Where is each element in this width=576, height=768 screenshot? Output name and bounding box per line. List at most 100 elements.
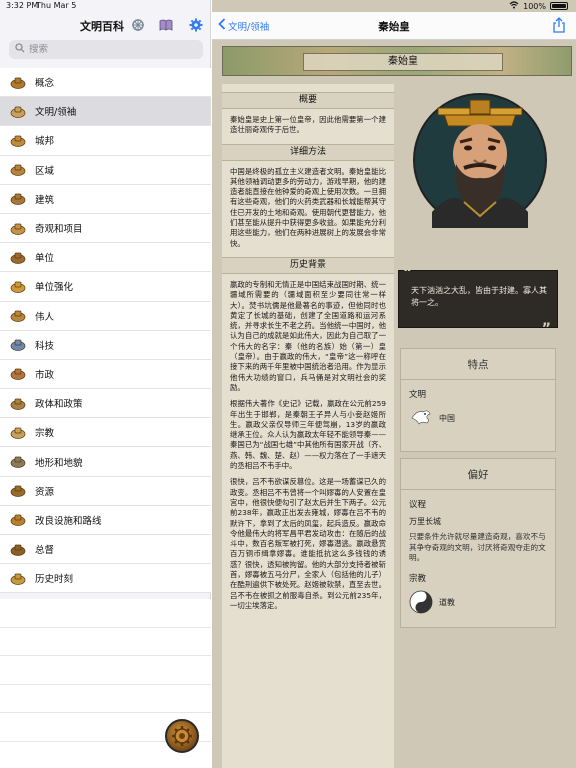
agenda-description: 只要条件允许就尽量建造奇观，喜欢不与其争夺奇观的文明，讨厌将奇观夺走的文明。 (409, 532, 546, 562)
traits-card: 特点 文明 中国 (400, 348, 556, 452)
sidebar-item-label: 文明/领袖 (35, 107, 77, 119)
sidebar-item-label: 城邦 (35, 136, 55, 148)
sidebar-item-label: 单位 (35, 253, 55, 265)
banner-title: 秦始皇 (303, 53, 503, 71)
civ-label: 文明 (409, 390, 427, 400)
sidebar-header: 文明百科 (0, 14, 211, 36)
civ-row[interactable]: 中国 (409, 406, 547, 430)
section-paragraph: 根据伟大著作《史记》记载，嬴政在公元前259年出生于邯郸，是秦朝王子异人与小妾赵… (230, 399, 386, 471)
leader-quote: “ 天下汹汹之大乱，皆由于封建。寡人其将一之。 ” (398, 265, 558, 336)
sidebar-item[interactable]: 单位强化 (0, 272, 211, 302)
preferences-card: 偏好 议程 万里长城 只要条件允许就尽量建造奇观，喜欢不与其争夺奇观的文明，讨厌… (400, 458, 556, 628)
tech-icon (9, 338, 27, 352)
leader-portrait (412, 92, 548, 228)
sidebar-item-label: 总督 (35, 545, 55, 557)
sidebar-item[interactable]: 资源 (0, 477, 211, 506)
sidebar-item[interactable]: 总督 (0, 535, 211, 565)
sidebar-item[interactable]: 建筑 (0, 185, 211, 214)
great-person-icon (9, 309, 27, 323)
sidebar-item[interactable]: 文明/领袖 (0, 97, 211, 127)
sidebar-item[interactable]: 宗教 (0, 418, 211, 448)
navigation-bar: 文明/领袖 秦始皇 (212, 12, 576, 40)
sidebar-item-label: 地形和地貌 (35, 457, 83, 469)
sidebar-item[interactable]: 市政 (0, 360, 211, 390)
sidebar-item-label: 市政 (35, 369, 55, 381)
quote-text: 天下汹汹之大乱，皆由于封建。寡人其将一之。 (411, 286, 547, 307)
wifi-icon (509, 1, 519, 11)
governor-icon (9, 542, 27, 556)
religion-label: 宗教 (409, 573, 427, 584)
preferences-title: 偏好 (401, 459, 555, 490)
resource-icon (9, 484, 27, 498)
category-list: 概念文明/领袖城邦区域建筑奇观和项目单位单位强化伟人科技市政政体和政策宗教地形和… (0, 68, 211, 594)
status-bar: 3:32 PM Thu Mar 5 100% (0, 0, 576, 12)
civ-emblem-icon[interactable] (130, 17, 146, 33)
battery-icon (550, 2, 568, 10)
unit-icon (9, 250, 27, 264)
government-icon (9, 396, 27, 410)
sidebar-item-label: 单位强化 (35, 282, 74, 294)
sidebar-item-label: 政体和政策 (35, 399, 83, 411)
sidebar-item[interactable]: 伟人 (0, 302, 211, 331)
traits-title: 特点 (401, 349, 555, 380)
close-quote-icon: ” (541, 321, 551, 337)
section-heading: 历史背景 (222, 256, 394, 274)
civ-gear-button[interactable] (165, 719, 199, 753)
promotion-icon (9, 279, 27, 293)
improvement-icon (9, 513, 27, 527)
sidebar-item-label: 奇观和项目 (35, 224, 83, 236)
section-paragraph: 很快，吕不韦欲谋反篡位。这是一场蓄谋已久的政变。丞相吕不韦曾将一个叫嫪毐的人安置… (230, 477, 386, 610)
sidebar-item[interactable]: 地形和地貌 (0, 447, 211, 477)
wonder-icon (9, 221, 27, 235)
status-right: 100% (509, 1, 568, 11)
sidebar-item-label: 概念 (35, 78, 55, 90)
article-column: 概要 秦始皇是史上第一位皇帝，因此他需要第一个建造壮丽奇观传于后世。 详细方法 中国是… (222, 84, 394, 768)
sidebar-item[interactable]: 城邦 (0, 126, 211, 156)
sidebar: 文明百科 概念文明/领袖城邦区域建筑奇观和项目单位单位强化伟人科技市政政体和政策… (0, 0, 211, 768)
sidebar-item[interactable]: 改良设施和路线 (0, 506, 211, 535)
sidebar-item-label: 改良设施和路线 (35, 515, 102, 527)
sidebar-item-label: 建筑 (35, 194, 55, 206)
status-date: Thu Mar 5 (36, 1, 77, 10)
status-time: 3:32 PM (6, 1, 39, 10)
search-bar[interactable] (9, 40, 203, 59)
section-heading: 概要 (222, 92, 394, 109)
settings-gear-icon[interactable] (188, 17, 204, 33)
sidebar-item[interactable]: 政体和政策 (0, 389, 211, 419)
search-input[interactable] (29, 44, 189, 55)
yin-yang-icon (409, 590, 433, 616)
concepts-icon (9, 75, 27, 89)
sidebar-item-label: 宗教 (35, 428, 55, 440)
civ-name: 中国 (439, 413, 455, 423)
sidebar-item[interactable]: 概念 (0, 68, 211, 98)
search-icon (15, 43, 25, 56)
terrain-icon (9, 455, 27, 469)
sidebar-item[interactable]: 单位 (0, 243, 211, 273)
section-paragraph: 秦始皇是史上第一位皇帝，因此他需要第一个建造壮丽奇观传于后世。 (230, 115, 386, 135)
page-title: 秦始皇 (378, 21, 410, 33)
sidebar-item-label: 伟人 (35, 311, 55, 323)
battery-percent: 100% (523, 1, 546, 11)
moments-icon (9, 571, 27, 585)
religion-row[interactable]: 道教 (409, 590, 547, 616)
sidebar-item[interactable]: 历史时刻 (0, 564, 211, 594)
share-icon[interactable] (552, 17, 566, 37)
city-state-icon (9, 133, 27, 147)
sidebar-item-label: 区域 (35, 165, 55, 177)
book-icon[interactable] (158, 17, 174, 33)
sidebar-item[interactable]: 科技 (0, 331, 211, 360)
building-icon (9, 192, 27, 206)
sidebar-title: 文明百科 (80, 20, 124, 33)
leader-icon (9, 104, 27, 118)
detail-pane: 文明/领袖 秦始皇 秦始皇 概要秦始皇是史上第一位皇帝，因此他需要第一个建造壮丽… (212, 0, 576, 768)
religion-icon (9, 425, 27, 439)
china-dragon-icon (409, 406, 433, 430)
agenda-name: 万里长城 (409, 517, 441, 526)
sidebar-item[interactable]: 区域 (0, 156, 211, 185)
sidebar-item[interactable]: 奇观和项目 (0, 214, 211, 244)
religion-name: 道教 (439, 598, 455, 607)
sidebar-item-label: 资源 (35, 486, 55, 498)
section-paragraph: 嬴政的专制和无情正是中国结束战国时期、统一疆域所需要的（疆域面积至少要同往常一样… (230, 279, 386, 392)
open-quote-icon: “ (403, 265, 413, 281)
sidebar-item-label: 历史时刻 (35, 574, 74, 586)
